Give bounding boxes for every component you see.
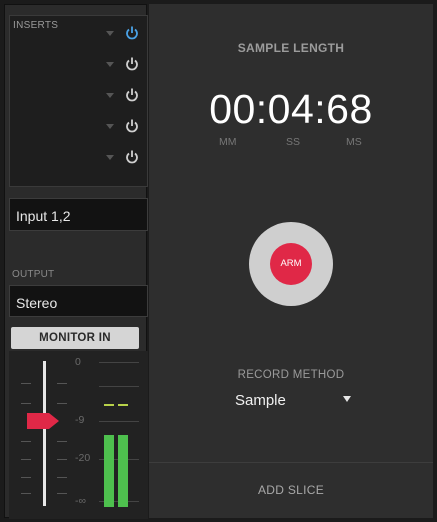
channel-strip: INSERTS Input 1,2 OUTPUT Stereo MONITOR …	[4, 4, 148, 519]
insert-slot-5[interactable]	[100, 149, 140, 167]
fader-tick	[21, 459, 31, 460]
power-icon[interactable]	[124, 149, 140, 165]
monitor-in-button[interactable]: MONITOR IN	[11, 327, 139, 349]
add-slice-button[interactable]: ADD SLICE	[149, 463, 433, 518]
meter-peak-left	[104, 404, 114, 406]
sampler-window: INSERTS Input 1,2 OUTPUT Stereo MONITOR …	[0, 0, 437, 522]
fader-tick	[21, 403, 31, 404]
meter-peak-right	[118, 404, 128, 406]
level-meter-right	[118, 435, 128, 507]
fader-track[interactable]	[43, 361, 46, 506]
fader-tick	[57, 403, 67, 404]
unit-mm: MM	[219, 136, 237, 148]
record-panel: SAMPLE LENGTH 00:04:68 MM SS MS ARM RECO…	[149, 4, 433, 518]
chevron-down-icon[interactable]	[106, 93, 114, 98]
insert-slot-4[interactable]	[100, 118, 140, 136]
input-selector[interactable]: Input 1,2	[9, 198, 148, 231]
fader-tick	[21, 441, 31, 442]
fader-tick	[57, 459, 67, 460]
unit-ms: MS	[346, 136, 362, 148]
output-selector[interactable]: Stereo	[9, 285, 148, 317]
chevron-down-icon[interactable]	[106, 155, 114, 160]
unit-ss: SS	[286, 136, 301, 148]
scale-label-minus-infinity: -∞	[75, 495, 86, 507]
power-icon[interactable]	[124, 118, 140, 134]
fader-tick	[21, 383, 31, 384]
chevron-down-icon[interactable]	[106, 31, 114, 36]
scale-label-minus20: -20	[75, 452, 91, 464]
power-icon[interactable]	[124, 25, 140, 41]
record-method-label: RECORD METHOD	[237, 369, 345, 381]
fader-handle[interactable]	[25, 411, 61, 431]
level-meter-left	[104, 435, 114, 507]
chevron-down-icon[interactable]	[343, 396, 351, 402]
output-label: OUTPUT	[12, 269, 55, 280]
scale-label-minus9: -9	[75, 414, 85, 426]
power-icon[interactable]	[124, 56, 140, 72]
fader-area: 0 -9 -20 -∞	[9, 351, 148, 519]
power-icon[interactable]	[124, 87, 140, 103]
arm-button-label: ARM	[270, 243, 312, 285]
arm-button[interactable]: ARM	[249, 222, 333, 306]
sample-length-value: 00:04:68	[209, 86, 373, 132]
scale-line	[99, 386, 139, 387]
scale-line	[99, 362, 139, 363]
inserts-label: INSERTS	[13, 20, 59, 31]
chevron-down-icon[interactable]	[106, 124, 114, 129]
insert-slot-1[interactable]	[100, 25, 140, 43]
chevron-down-icon[interactable]	[106, 62, 114, 67]
fader-tick	[21, 493, 31, 494]
sample-length-label: SAMPLE LENGTH	[237, 41, 345, 55]
scale-line	[99, 421, 139, 422]
record-method-dropdown[interactable]: Sample	[235, 392, 286, 409]
insert-slot-3[interactable]	[100, 87, 140, 105]
scale-label-0: 0	[75, 356, 81, 368]
fader-tick	[57, 441, 67, 442]
fader-tick	[57, 383, 67, 384]
insert-slot-2[interactable]	[100, 56, 140, 74]
fader-tick	[21, 477, 31, 478]
fader-tick	[57, 477, 67, 478]
fader-tick	[57, 493, 67, 494]
